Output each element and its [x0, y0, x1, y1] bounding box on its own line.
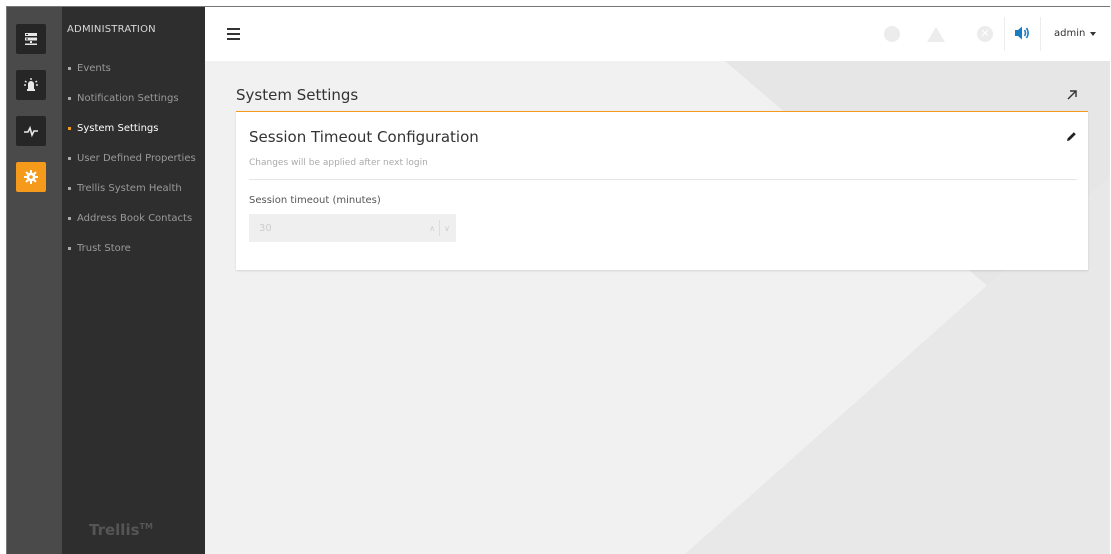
nav-item-user-defined-properties[interactable]: User Defined Properties [68, 151, 196, 165]
nav-item-address-book-contacts[interactable]: Address Book Contacts [68, 211, 192, 225]
brand-name: Trellis [89, 521, 140, 539]
admin-nav: ADMINISTRATION Events Notification Setti… [62, 7, 205, 554]
pencil-icon[interactable] [1066, 127, 1077, 146]
bullet-icon [68, 246, 71, 250]
speaker-icon[interactable] [1014, 25, 1031, 45]
number-stepper[interactable]: ∧ ∨ [429, 220, 456, 236]
expand-icon[interactable] [1066, 86, 1078, 105]
rail-admin-button[interactable] [16, 162, 46, 192]
nav-item-trellis-system-health[interactable]: Trellis System Health [68, 181, 182, 195]
nav-item-label: System Settings [77, 122, 159, 134]
bullet-icon [68, 126, 71, 130]
rail-health-button[interactable] [16, 116, 46, 146]
card-subtitle: Changes will be applied after next login [249, 158, 428, 168]
chevron-up-icon[interactable]: ∧ [429, 224, 435, 233]
nav-item-label: User Defined Properties [77, 152, 196, 164]
status-indicator-icon[interactable] [884, 26, 900, 42]
divider [1004, 17, 1005, 51]
card-title: Session Timeout Configuration [249, 128, 479, 146]
icon-rail [7, 7, 62, 554]
bullet-icon [68, 186, 71, 190]
brand-logo: TrellisTM [89, 521, 153, 539]
app-window: ADMINISTRATION Events Notification Setti… [6, 6, 1110, 554]
session-timeout-value: 30 [259, 222, 272, 234]
chevron-down-icon [1090, 31, 1097, 36]
pulse-icon [23, 124, 39, 138]
divider [439, 220, 441, 236]
menu-toggle-icon[interactable] [227, 28, 240, 43]
nav-item-label: Events [77, 62, 111, 74]
nav-item-system-settings[interactable]: System Settings [68, 121, 158, 135]
user-name: admin [1054, 28, 1086, 39]
session-timeout-input[interactable]: 30 ∧ ∨ [249, 214, 456, 242]
brand-trademark: TM [139, 522, 153, 531]
nav-item-label: Notification Settings [77, 92, 179, 104]
rail-alarm-button[interactable] [16, 70, 46, 100]
critical-icon[interactable]: ✕ [977, 26, 993, 42]
session-timeout-card: Session Timeout Configuration Changes wi… [236, 111, 1088, 270]
nav-item-label: Trellis System Health [77, 182, 182, 194]
nav-item-label: Address Book Contacts [77, 212, 193, 224]
nav-item-notification-settings[interactable]: Notification Settings [68, 91, 179, 105]
nav-title: ADMINISTRATION [67, 24, 156, 35]
warning-icon[interactable] [927, 27, 945, 42]
rail-server-button[interactable] [16, 24, 46, 54]
nav-item-trust-store[interactable]: Trust Store [68, 241, 131, 255]
bullet-icon [68, 216, 71, 220]
divider [1040, 17, 1041, 51]
bullet-icon [68, 66, 71, 70]
bullet-icon [68, 156, 71, 160]
alarm-icon [23, 77, 39, 93]
chevron-down-icon[interactable]: ∨ [444, 224, 450, 233]
main-content: System Settings Session Timeout Configur… [205, 61, 1110, 554]
top-bar: ✕ admin [205, 7, 1110, 61]
session-timeout-label: Session timeout (minutes) [249, 195, 381, 206]
nav-item-label: Trust Store [77, 242, 131, 254]
page-title: System Settings [236, 86, 359, 104]
bullet-icon [68, 96, 71, 100]
divider [249, 179, 1077, 180]
gear-icon [23, 169, 39, 185]
user-menu[interactable]: admin [1054, 28, 1097, 39]
nav-item-events[interactable]: Events [68, 61, 111, 75]
server-icon [24, 32, 38, 46]
